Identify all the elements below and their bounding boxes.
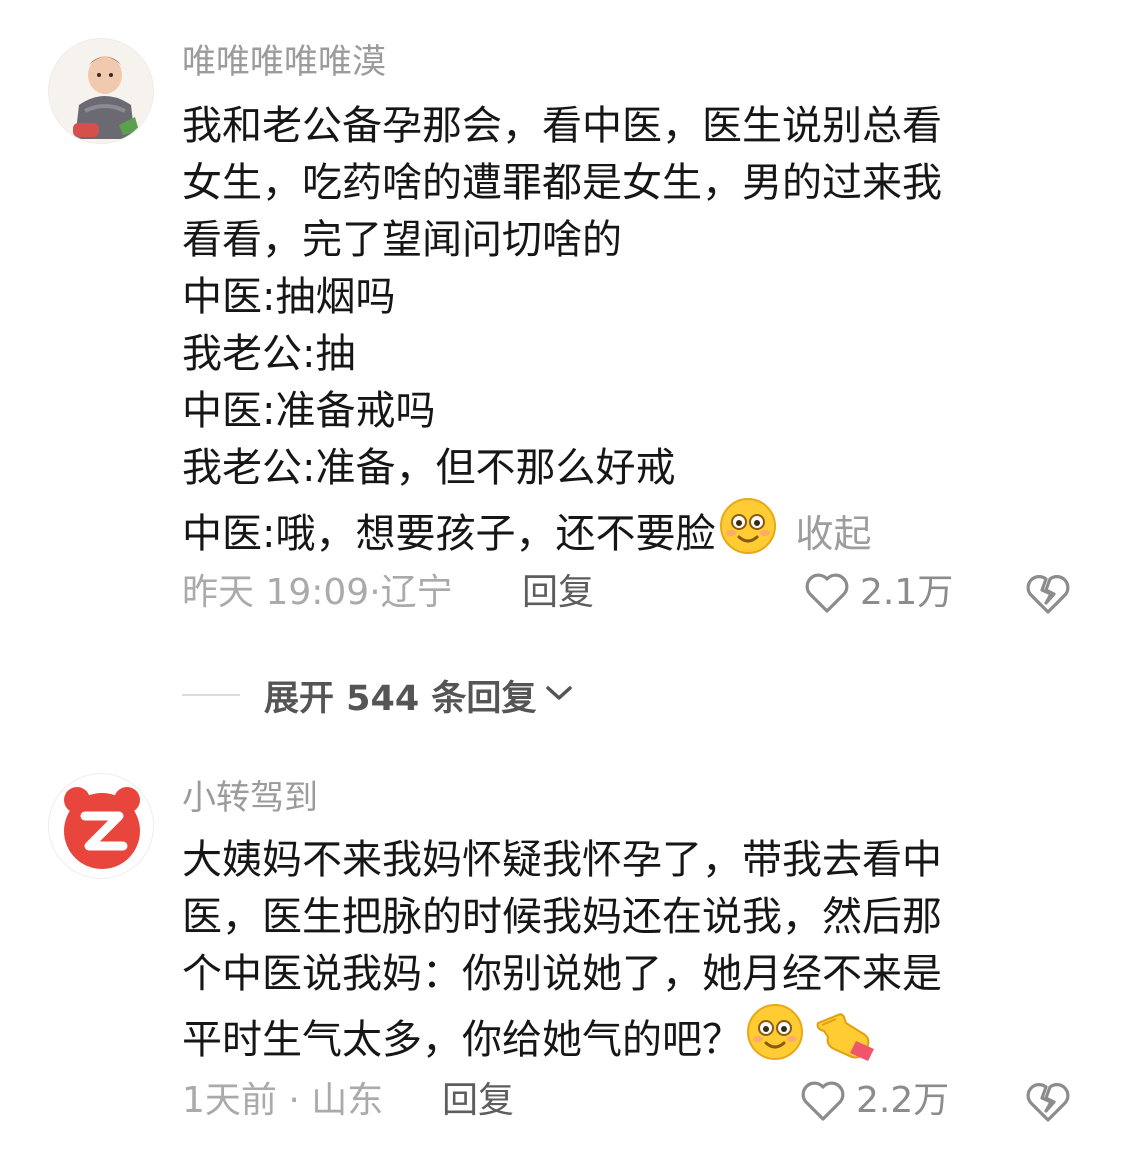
comment-line: 中医:准备戒吗 bbox=[182, 388, 436, 434]
expand-replies-label: 展开 544 条回复 bbox=[264, 678, 537, 719]
chevron-down-icon bbox=[544, 683, 574, 707]
comment-text: 大姨妈不来我妈怀疑我怀孕了，带我去看中 医，医生把脉的时候我妈还在说我，然后那 … bbox=[182, 832, 1062, 1063]
comment-line: 医，医生把脉的时候我妈还在说我，然后那 bbox=[182, 894, 942, 940]
user-avatar[interactable] bbox=[48, 773, 154, 879]
meta-separator: · bbox=[276, 1080, 312, 1121]
broken-heart-icon bbox=[1026, 575, 1070, 614]
like-button[interactable]: 2.1万 bbox=[804, 568, 953, 618]
location: 辽宁 bbox=[380, 572, 453, 613]
comment-line-with-emoji: 平时生气太多，你给她气的吧？ bbox=[182, 1003, 1062, 1063]
comment-line: 中医:哦，想要孩子，还不要脸 bbox=[182, 511, 716, 557]
zhuanzhuan-logo-avatar-icon bbox=[49, 774, 153, 878]
user-avatar[interactable] bbox=[48, 38, 154, 144]
timestamp: 1天前 bbox=[182, 1080, 277, 1121]
comment-line: 女生，吃药啥的遭罪都是女生，男的过来我 bbox=[182, 160, 942, 206]
comment-meta: 1天前 · 山东 回复 2.2万 bbox=[182, 1076, 1082, 1126]
baby-photo-avatar-icon bbox=[49, 39, 153, 143]
comment-line: 看看，完了望闻问切啥的 bbox=[182, 217, 622, 263]
username[interactable]: 小转驾到 bbox=[182, 778, 318, 818]
collapse-button[interactable]: 收起 bbox=[795, 512, 871, 556]
comment-text: 我和老公备孕那会，看中医，医生说别总看 女生，吃药啥的遭罪都是女生，男的过来我 … bbox=[182, 98, 1062, 557]
comment-line-with-emoji: 中医:哦，想要孩子，还不要脸 收起 bbox=[182, 497, 1062, 557]
smiling-emoji-icon bbox=[719, 497, 777, 571]
comment-line: 大姨妈不来我妈怀疑我怀孕了，带我去看中 bbox=[182, 837, 942, 883]
comment-line: 我老公:抽 bbox=[182, 331, 356, 377]
like-count: 2.1万 bbox=[860, 572, 954, 613]
comment-meta: 昨天 19:09·辽宁 回复 2.1万 bbox=[182, 568, 1082, 618]
dislike-button[interactable] bbox=[1024, 570, 1072, 618]
expand-replies-button[interactable]: 展开 544 条回复 bbox=[182, 670, 682, 720]
divider bbox=[182, 694, 240, 696]
comment-line: 我和老公备孕那会，看中医，医生说别总看 bbox=[182, 103, 942, 149]
location: 山东 bbox=[311, 1080, 384, 1121]
like-count: 2.2万 bbox=[856, 1080, 950, 1121]
dislike-button[interactable] bbox=[1024, 1078, 1072, 1126]
meta-separator: · bbox=[369, 572, 381, 613]
reply-button[interactable]: 回复 bbox=[442, 1076, 514, 1126]
reply-button[interactable]: 回复 bbox=[522, 568, 594, 618]
smiling-emoji-icon bbox=[746, 1003, 804, 1077]
like-button[interactable]: 2.2万 bbox=[800, 1076, 949, 1126]
heart-outline-icon bbox=[805, 573, 849, 613]
timestamp-location: 昨天 19:09·辽宁 bbox=[182, 568, 453, 618]
comment-line: 我老公:准备，但不那么好戒 bbox=[182, 445, 676, 491]
timestamp: 昨天 19:09 bbox=[182, 572, 370, 613]
broken-heart-icon bbox=[1026, 1083, 1070, 1122]
comment-line: 平时生气太多，你给她气的吧？ bbox=[182, 1017, 742, 1063]
pointing-hand-emoji-icon bbox=[812, 1003, 876, 1077]
timestamp-location: 1天前 · 山东 bbox=[182, 1076, 383, 1126]
comment-line: 中医:抽烟吗 bbox=[182, 274, 396, 320]
username[interactable]: 唯唯唯唯唯漠 bbox=[182, 42, 386, 82]
heart-outline-icon bbox=[801, 1081, 845, 1121]
comment-line: 个中医说我妈：你别说她了，她月经不来是 bbox=[182, 951, 942, 997]
